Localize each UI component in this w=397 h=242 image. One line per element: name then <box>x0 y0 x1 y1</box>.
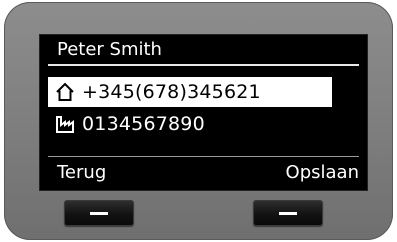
softkey-divider <box>48 156 359 157</box>
phone-device: Peter Smith +345(678)345621 0134567890 T… <box>4 2 393 240</box>
display-screen: Peter Smith +345(678)345621 0134567890 T… <box>39 34 368 191</box>
entry-number: 0134567890 <box>82 113 205 135</box>
home-phone-icon <box>52 81 78 103</box>
entry-number: +345(678)345621 <box>82 81 261 103</box>
right-softkey-button[interactable] <box>253 200 323 226</box>
left-softkey-button[interactable] <box>64 200 134 226</box>
office-phone-icon <box>52 113 78 135</box>
softkey-right-label: Opslaan <box>285 162 359 183</box>
entry-home-number[interactable]: +345(678)345621 <box>48 77 332 107</box>
softkey-left-label: Terug <box>57 162 107 183</box>
title-divider <box>48 64 359 66</box>
contact-name-title: Peter Smith <box>57 39 162 60</box>
entry-office-number[interactable]: 0134567890 <box>48 109 332 139</box>
dash-icon <box>90 212 108 215</box>
dash-icon <box>279 212 297 215</box>
